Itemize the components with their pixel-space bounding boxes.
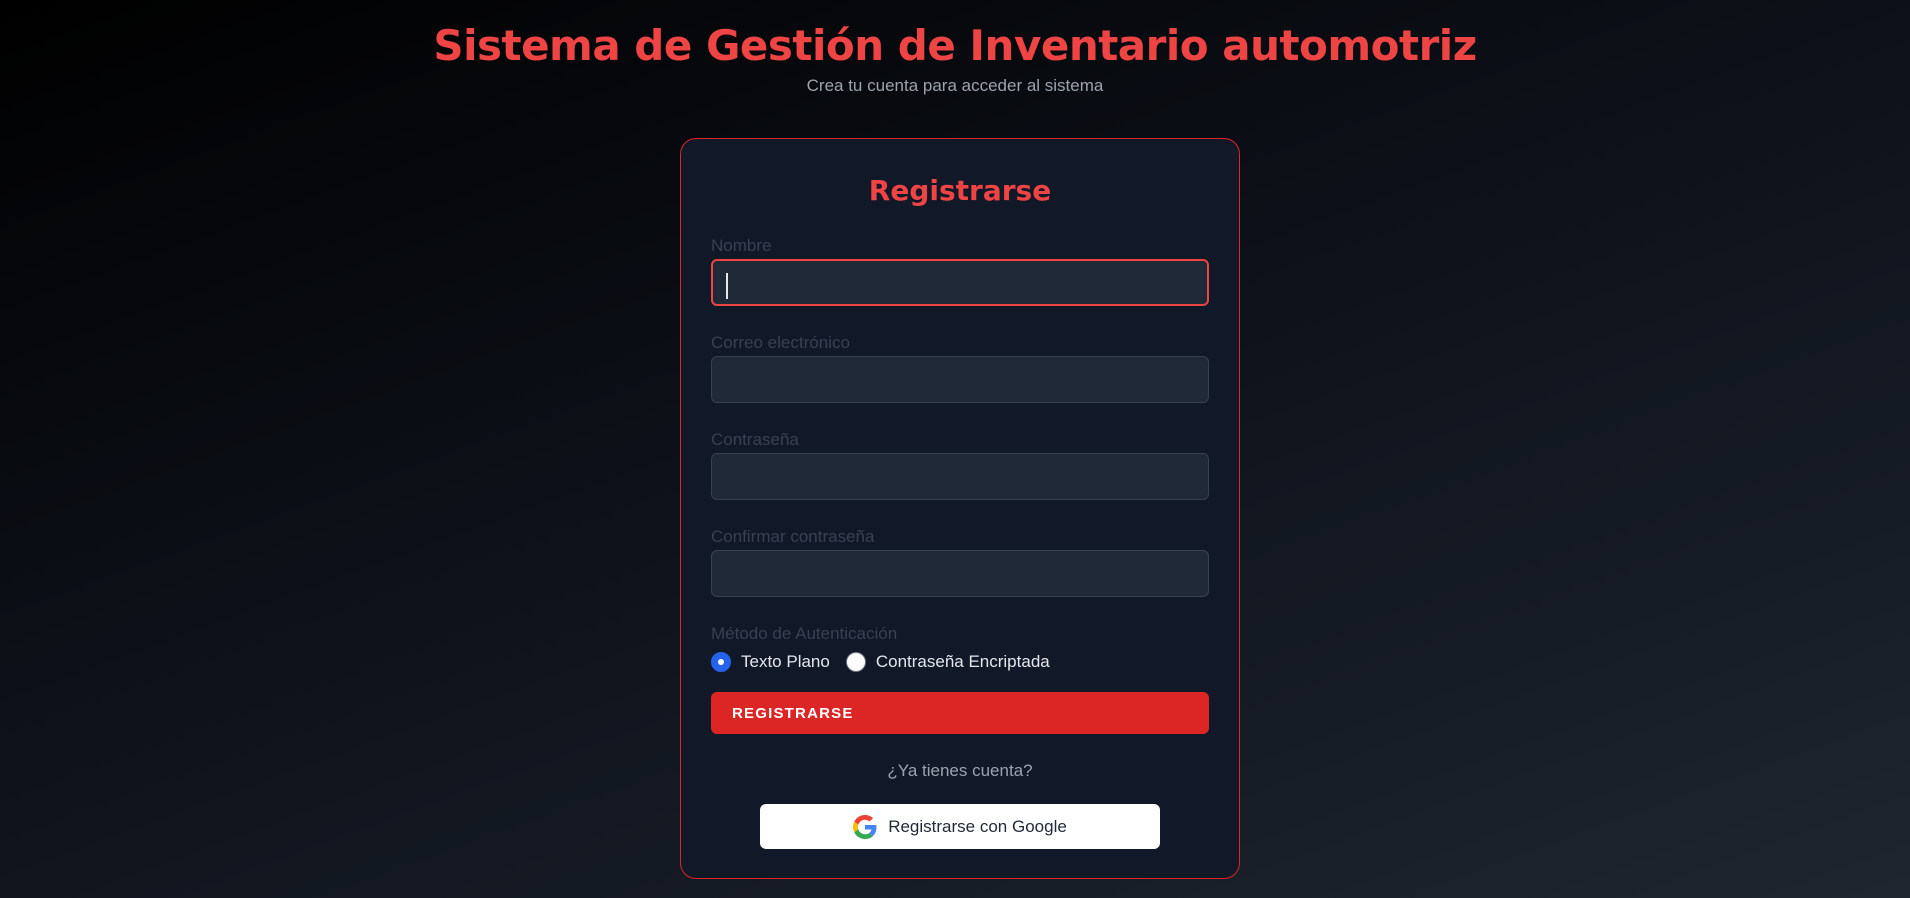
confirm-password-input[interactable]	[711, 550, 1209, 597]
text-caret	[726, 273, 728, 299]
google-g-icon	[853, 814, 877, 839]
password-input[interactable]	[711, 453, 1209, 500]
password-label: Contraseña	[711, 430, 799, 449]
radio-selected-icon[interactable]	[711, 652, 731, 672]
register-button[interactable]: REGISTRARSE	[711, 692, 1209, 734]
email-label: Correo electrónico	[711, 333, 850, 352]
page-subtitle: Crea tu cuenta para acceder al sistema	[806, 76, 1104, 95]
register-card: Registrarse Nombre Correo electrónico Co…	[680, 138, 1240, 879]
google-register-button[interactable]: Registrarse con Google	[760, 804, 1160, 849]
name-label: Nombre	[711, 236, 772, 255]
auth-method-radio-group: Texto Plano Contraseña Encriptada	[711, 650, 1066, 674]
page-title: Sistema de Gestión de Inventario automot…	[433, 21, 1477, 70]
email-input[interactable]	[711, 356, 1209, 403]
google-register-label: Registrarse con Google	[888, 816, 1067, 836]
radio-contrasena-encriptada-label: Contraseña Encriptada	[875, 652, 1050, 671]
radio-texto-plano-label: Texto Plano	[741, 652, 830, 671]
confirm-password-label: Confirmar contraseña	[711, 527, 875, 546]
radio-contrasena-encriptada[interactable]: Contraseña Encriptada	[845, 652, 1050, 672]
login-link[interactable]: ¿Ya tienes cuenta?	[681, 761, 1239, 781]
auth-method-label: Método de Autenticación	[711, 624, 898, 643]
form-title: Registrarse	[868, 174, 1052, 207]
page-header: Sistema de Gestión de Inventario automot…	[0, 18, 1910, 98]
radio-unselected-icon[interactable]	[845, 652, 866, 672]
name-input[interactable]	[711, 259, 1209, 306]
radio-texto-plano[interactable]: Texto Plano	[711, 652, 830, 672]
